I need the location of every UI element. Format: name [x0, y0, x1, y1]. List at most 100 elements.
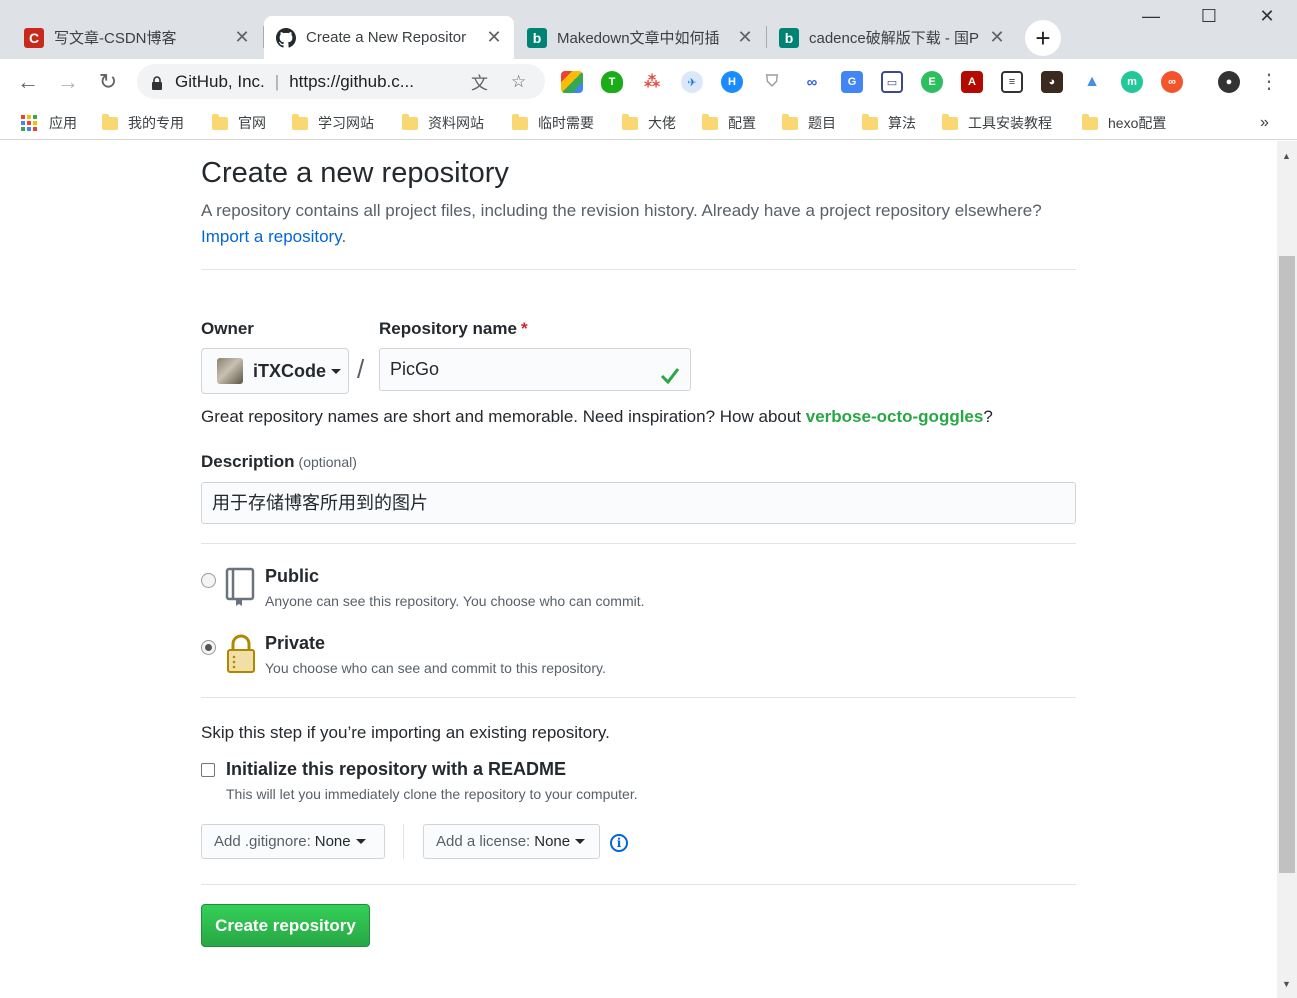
- menu-kebab-icon[interactable]: ⋮: [1254, 67, 1284, 97]
- bird-extension-icon[interactable]: ✈: [681, 71, 703, 93]
- create-repository-button[interactable]: Create repository: [201, 904, 370, 947]
- folder-icon: [782, 113, 798, 130]
- bookmarks-bar: 应用 我的专用 官网 学习网站 资料网站 临时需要 大佬 配置 题目 算法 工具…: [0, 105, 1297, 140]
- import-repository-link[interactable]: Import a repository: [201, 227, 341, 246]
- bookmark-label: 我的专用: [128, 115, 184, 131]
- bookmark-folder[interactable]: 配置: [702, 113, 756, 133]
- reader-extension-icon[interactable]: ≡: [1001, 71, 1023, 93]
- github-icon: [276, 27, 296, 48]
- readme-checkbox[interactable]: [201, 763, 215, 777]
- tab-github[interactable]: Create a New Repositor ✕: [264, 16, 514, 59]
- bookmark-label: 临时需要: [538, 115, 594, 131]
- lock-icon: [151, 75, 163, 90]
- owner-select[interactable]: iTXCode: [201, 348, 349, 394]
- shield-extension-icon[interactable]: ⛉: [761, 71, 783, 93]
- bookmark-apps[interactable]: 应用: [21, 113, 77, 133]
- back-icon[interactable]: ←: [13, 67, 43, 97]
- window-extension-icon[interactable]: ▭: [881, 71, 903, 93]
- close-tab-icon[interactable]: ✕: [486, 27, 502, 48]
- bookmark-folder[interactable]: 官网: [212, 113, 266, 133]
- h-extension-icon[interactable]: H: [721, 71, 743, 93]
- google-translate-icon[interactable]: G: [841, 71, 863, 93]
- extension-icon[interactable]: [561, 71, 583, 93]
- bookmark-folder[interactable]: 大佬: [622, 113, 676, 133]
- divider: [201, 269, 1076, 270]
- tab-bing-2[interactable]: b cadence破解版下载 - 国P ✕: [767, 16, 1017, 59]
- network-extension-icon[interactable]: ⁂: [641, 71, 663, 93]
- infinity-extension-icon[interactable]: ∞: [1161, 71, 1183, 93]
- repository-name-value: PicGo: [390, 359, 440, 379]
- bookmark-label: 应用: [49, 115, 77, 131]
- folder-icon: [862, 113, 878, 130]
- folder-icon: [622, 113, 638, 130]
- page-content: Create a new repository A repository con…: [0, 141, 1277, 998]
- info-icon[interactable]: i: [610, 834, 628, 852]
- tab-title: Create a New Repositor: [306, 29, 467, 46]
- bookmark-label: 工具安装教程: [968, 115, 1052, 131]
- divider: [201, 697, 1076, 698]
- bookmark-star-icon[interactable]: ☆: [511, 72, 526, 92]
- bookmark-label: 官网: [238, 115, 266, 131]
- optional-note: (optional): [298, 454, 357, 470]
- new-tab-button[interactable]: +: [1025, 20, 1061, 56]
- tab-bing-1[interactable]: b Makedown文章中如何插 ✕: [515, 16, 765, 59]
- suggested-name[interactable]: verbose-octo-goggles: [806, 407, 984, 426]
- apps-icon: [21, 115, 37, 131]
- tab-strip: C 写文章-CSDN博客 ✕ Create a New Repositor ✕ …: [0, 0, 1297, 59]
- folder-icon: [402, 113, 418, 130]
- owner-value: iTXCode: [253, 360, 327, 381]
- close-tab-icon[interactable]: ✕: [989, 27, 1005, 48]
- public-radio[interactable]: [201, 573, 216, 588]
- bookmark-folder[interactable]: 资料网站: [402, 113, 484, 133]
- scrollbar[interactable]: ▲ ▼: [1277, 141, 1297, 998]
- profile-avatar[interactable]: ●: [1218, 71, 1240, 93]
- scroll-down-icon[interactable]: ▼: [1282, 979, 1291, 989]
- tab-title: Makedown文章中如何插: [557, 30, 720, 47]
- evernote-icon[interactable]: E: [921, 71, 943, 93]
- graduation-icon[interactable]: ▲: [1081, 71, 1103, 93]
- scroll-up-icon[interactable]: ▲: [1282, 151, 1291, 161]
- close-tab-icon[interactable]: ✕: [234, 27, 250, 48]
- required-mark: *: [520, 319, 528, 338]
- scrollbar-thumb[interactable]: [1279, 256, 1295, 873]
- translate-icon[interactable]: 文: [471, 69, 488, 94]
- folder-icon: [102, 113, 118, 130]
- bookmark-folder[interactable]: 工具安装教程: [942, 113, 1052, 133]
- adblock-icon[interactable]: T: [601, 71, 623, 93]
- description-input[interactable]: 用于存储博客所用到的图片: [201, 482, 1076, 524]
- private-radio[interactable]: [201, 640, 216, 655]
- window-close-icon[interactable]: ✕: [1252, 6, 1282, 27]
- owner-avatar: [217, 358, 243, 384]
- more-bookmarks-button[interactable]: »: [1260, 113, 1269, 133]
- readme-label[interactable]: Initialize this repository with a README: [226, 759, 566, 780]
- bookmark-folder[interactable]: 我的专用: [102, 113, 184, 133]
- bookmark-folder[interactable]: 学习网站: [292, 113, 374, 133]
- gitignore-select[interactable]: Add .gitignore: None: [201, 824, 385, 859]
- maximize-icon[interactable]: ☐: [1194, 6, 1224, 27]
- bookmark-folder[interactable]: 算法: [862, 113, 916, 133]
- check-icon: [660, 359, 680, 400]
- m-extension-icon[interactable]: m: [1121, 71, 1143, 93]
- public-description: Anyone can see this repository. You choo…: [265, 593, 645, 609]
- close-tab-icon[interactable]: ✕: [737, 27, 753, 48]
- license-select[interactable]: Add a license: None: [423, 824, 600, 859]
- divider: [201, 543, 1076, 544]
- readme-description: This will let you immediately clone the …: [226, 786, 638, 802]
- bookmark-folder[interactable]: 题目: [782, 113, 836, 133]
- forward-icon[interactable]: →: [53, 67, 83, 97]
- folder-icon: [512, 113, 528, 130]
- link-extension-icon[interactable]: ∞: [801, 71, 823, 93]
- divider: [403, 824, 404, 859]
- pdf-icon[interactable]: A: [961, 71, 983, 93]
- bookmark-folder[interactable]: hexo配置: [1082, 113, 1166, 133]
- cat-extension-icon[interactable]: ◕: [1041, 71, 1063, 93]
- address-bar[interactable]: GitHub, Inc. | https://github.c... 文 ☆: [137, 64, 545, 99]
- subtitle-text: A repository contains all project files,…: [201, 201, 1042, 220]
- page-title: Create a new repository: [201, 157, 509, 189]
- bookmark-folder[interactable]: 临时需要: [512, 113, 594, 133]
- repository-name-input[interactable]: PicGo: [379, 348, 691, 391]
- minimize-icon[interactable]: —: [1136, 6, 1166, 27]
- reload-icon[interactable]: ↻: [93, 67, 123, 97]
- tab-csdn[interactable]: C 写文章-CSDN博客 ✕: [12, 16, 262, 59]
- bookmark-label: 大佬: [648, 115, 676, 131]
